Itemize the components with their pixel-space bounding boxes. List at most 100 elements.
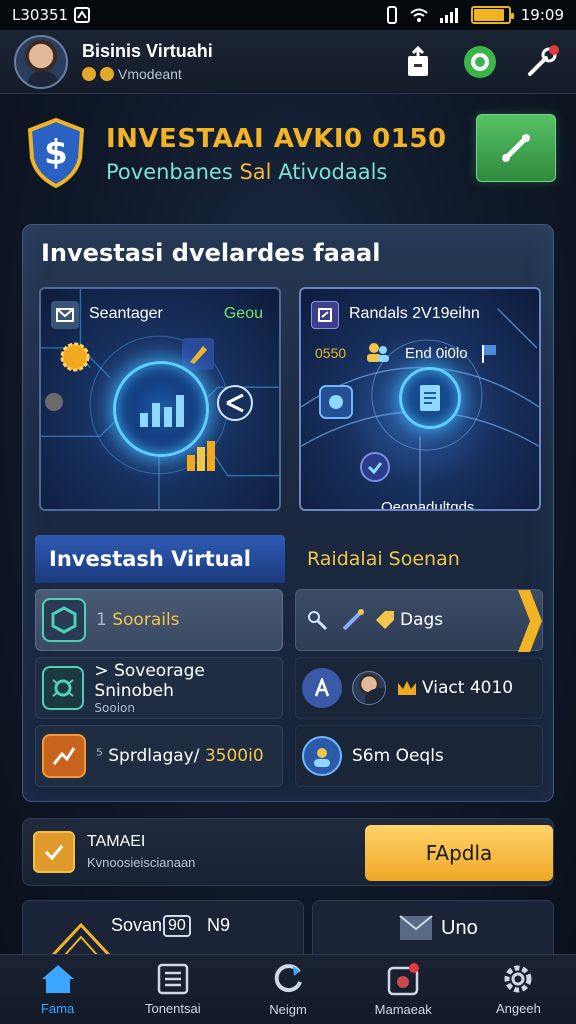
nav-refresh[interactable]: Neigm	[230, 955, 345, 1024]
bug-icon	[42, 666, 85, 710]
promo-bar: TAMAEI Kvnoosieiscianaan FApdla	[22, 818, 554, 886]
user-info: Bisinis Virtuahi Vmodeant	[82, 41, 213, 82]
mail-icon	[51, 301, 79, 329]
status-time-left: L30351	[12, 6, 69, 24]
list-item-label: S6m Oeqls	[352, 746, 444, 766]
top-bar: Bisinis Virtuahi Vmodeant	[0, 30, 576, 94]
bottom-card-right-text: Uno	[441, 917, 478, 939]
list-item[interactable]: Viact 4010	[295, 657, 543, 719]
vibrate-icon	[386, 6, 397, 24]
share-icon	[408, 45, 428, 76]
promo-title: TAMAEI	[87, 833, 146, 850]
gear-coin-icon	[60, 342, 90, 372]
badge-icon	[100, 67, 114, 81]
list-item-label: Sprdlagay/	[108, 746, 200, 766]
promo-button[interactable]: FApdla	[365, 825, 553, 881]
hexagon-icon	[42, 598, 86, 642]
bottom-card-left-tag: 90	[163, 915, 191, 937]
flag-icon	[482, 345, 496, 363]
mail-icon	[399, 915, 433, 940]
chevron-right-icon	[518, 590, 542, 652]
panel-title: Investasi dvelardes faaal	[41, 239, 381, 267]
nav-label: Fama	[40, 1001, 75, 1016]
bottom-card-left[interactable]: Sovan 90 N9	[22, 900, 304, 960]
tools-icon	[302, 598, 332, 642]
promo-subtitle: Kvnoosieiscianaan	[87, 855, 196, 870]
document-hub-icon	[399, 367, 461, 429]
document-list-icon	[157, 963, 189, 995]
home-icon	[41, 965, 74, 993]
users-icon	[367, 343, 389, 362]
list-item[interactable]: S6m Oeqls	[295, 725, 543, 787]
nav-documents[interactable]: Tonentsai	[115, 955, 230, 1024]
reports-card-label: Randals 2V19eihn	[349, 305, 480, 322]
list-item-prefix: 1	[96, 610, 107, 630]
coin-icon	[82, 67, 96, 81]
battery-icon	[470, 6, 514, 24]
svg-text:$: $	[44, 133, 68, 173]
section-title-right: Raidalai Soenan	[307, 548, 460, 570]
check-icon	[33, 831, 75, 873]
share-node-icon	[217, 385, 253, 421]
expand-button[interactable]	[476, 114, 556, 182]
crown-icon	[398, 681, 416, 695]
nav-settings[interactable]: Angeeh	[461, 955, 576, 1024]
check-badge-icon	[360, 452, 390, 482]
reports-caption: Oeqnadultqds	[381, 499, 475, 511]
signal-icon	[439, 8, 458, 23]
list-item-text: ⁵ Sprdlagay/ 3500i0	[96, 746, 264, 766]
expand-arrow-icon	[502, 134, 530, 162]
coin-stack-icon	[45, 393, 63, 411]
list-item-label: Dags	[400, 610, 444, 630]
share-button[interactable]	[398, 42, 438, 82]
bottom-card-right[interactable]: Uno	[312, 900, 554, 960]
hero-subtitle-a: Povenbanes	[106, 160, 240, 184]
wand-icon	[342, 609, 364, 631]
list-item-value: 3500i0	[204, 746, 264, 766]
notification-icon	[74, 7, 91, 23]
nav-label: Tonentsai	[144, 1001, 201, 1016]
investment-panel: Investasi dvelardes faaal Seantager Geou	[22, 224, 554, 802]
chart-up-icon	[42, 734, 86, 778]
list-item[interactable]: > Soveorage Sninobeh Sooion	[35, 657, 283, 719]
user-subtitle: Vmodeant	[82, 66, 213, 82]
list-item-prefix: ⁵	[96, 746, 103, 766]
notification-icon	[387, 963, 420, 996]
wrench-icon	[528, 44, 559, 76]
list-item-text: 1 Soorails	[96, 610, 180, 630]
chat-button[interactable]	[460, 42, 500, 82]
bottom-nav: Fama Tonentsai Neigm Mamaeak Angeeh	[0, 954, 576, 1024]
reports-number: 0550	[315, 345, 347, 361]
reports-card[interactable]: Randals 2V19eihn 0550 End 0i0lo Oeqnadul…	[299, 287, 541, 511]
list-item-label: Soorails	[112, 610, 180, 630]
nav-label: Mamaeak	[374, 1002, 432, 1017]
list-item-sub: Sooion	[94, 701, 136, 715]
bottom-card-left-num: N9	[207, 915, 231, 935]
gear-icon	[504, 965, 532, 993]
dollar-shield-icon: $	[27, 118, 85, 188]
document-icon	[311, 301, 339, 329]
hero-subtitle: Povenbanes Sal Ativodaals	[106, 160, 387, 184]
reports-number-label: End 0i0lo	[405, 345, 468, 362]
nav-home[interactable]: Fama	[0, 955, 115, 1024]
nav-label: Angeeh	[496, 1001, 541, 1016]
list-item-prefix: >	[94, 661, 109, 681]
hero-title: INVESTAAI AVKI0 0150	[106, 124, 447, 154]
user-sub-label: Vmodeant	[118, 66, 182, 82]
nav-label: Neigm	[269, 1002, 307, 1017]
list-item[interactable]: 1 Soorails	[35, 589, 283, 651]
nav-notifications[interactable]: Mamaeak	[346, 955, 461, 1024]
hero-subtitle-b: Sal	[239, 160, 272, 184]
hero-subtitle-c: Ativodaals	[271, 160, 388, 184]
list-item[interactable]: ⁵ Sprdlagay/ 3500i0	[35, 725, 283, 787]
eye-icon	[319, 385, 353, 419]
settings-button[interactable]	[522, 42, 562, 82]
strategy-card[interactable]: Seantager Geou	[39, 287, 281, 511]
avatar	[352, 671, 386, 705]
avatar[interactable]	[14, 34, 68, 89]
person-icon	[302, 736, 342, 776]
chat-icon	[464, 45, 496, 78]
a-badge-icon	[302, 668, 342, 708]
list-item[interactable]: Dags	[295, 589, 543, 652]
wifi-icon	[410, 8, 428, 22]
